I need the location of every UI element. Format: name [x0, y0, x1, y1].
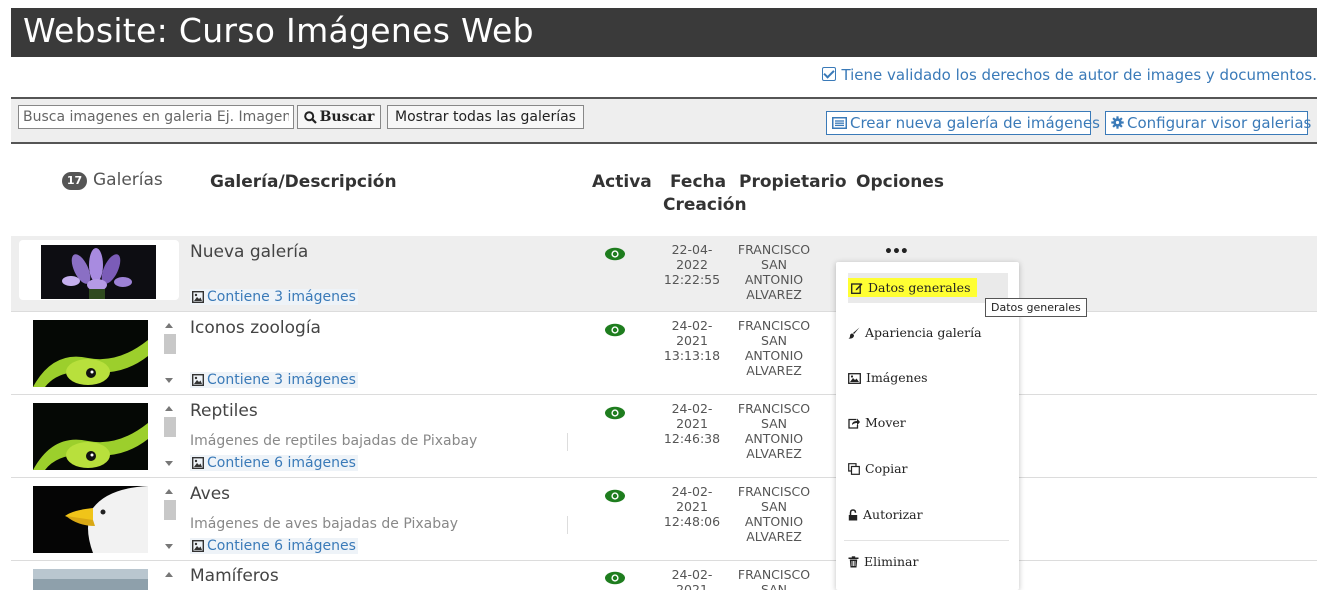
gallery-count-label: Galerías [93, 170, 163, 190]
owner-name: FRANCISCO SAN ANTONIO ALVAREZ [737, 318, 811, 378]
gallery-thumbnail[interactable] [33, 320, 148, 387]
column-header-owner: Propietario [739, 172, 847, 192]
column-header-active: Activa [592, 172, 652, 192]
app-title-bar: Website: Curso Imágenes Web [11, 8, 1317, 57]
row-scrollbar[interactable] [163, 567, 177, 590]
gallery-count-badge: 17 [62, 172, 87, 190]
gallery-image-count-text: Contiene 3 imágenes [207, 289, 356, 305]
search-icon [303, 111, 317, 124]
lock-icon [848, 509, 858, 521]
gallery-image-count-text: Contiene 3 imágenes [207, 372, 356, 388]
new-gallery-button[interactable]: Crear nueva galería de imágenes [826, 111, 1100, 135]
list-alt-icon [832, 117, 847, 129]
eye-icon[interactable] [604, 247, 626, 261]
table-row[interactable]: Aves Imágenes de aves bajadas de Pixabay… [11, 478, 1317, 560]
gallery-description: Imágenes de reptiles bajadas de Pixabay [190, 433, 478, 449]
rights-notice-text: Tiene validado los derechos de autor de … [841, 66, 1317, 84]
gallery-image-count-text: Contiene 6 imágenes [207, 455, 356, 471]
owner-name: FRANCISCO SAN ANTONIO ALVAREZ [737, 401, 811, 461]
search-input[interactable] [18, 105, 294, 129]
image-icon [191, 539, 205, 553]
menu-item-mover[interactable]: Mover [848, 408, 1008, 438]
gallery-name[interactable]: Iconos zoología [190, 318, 321, 338]
owner-name: FRANCISCO SAN ANTONIO ALVAREZ [737, 242, 811, 302]
eye-icon[interactable] [604, 323, 626, 337]
table-row[interactable]: Mamíferos 24-02- 2021 FRANCISCO SAN [11, 561, 1317, 590]
eye-icon[interactable] [604, 571, 626, 585]
menu-item-imagenes[interactable]: Imágenes [848, 363, 1008, 393]
divider [567, 516, 568, 534]
gallery-name[interactable]: Reptiles [190, 401, 258, 421]
gallery-name[interactable]: Mamíferos [190, 566, 279, 586]
gallery-thumbnail[interactable] [33, 403, 148, 470]
row-scrollbar[interactable] [163, 401, 177, 471]
image-icon [848, 373, 861, 384]
menu-item-eliminar[interactable]: Eliminar [848, 547, 1008, 577]
brush-icon [848, 327, 860, 339]
search-button-label: Buscar [319, 109, 375, 125]
gallery-thumbnail[interactable] [33, 569, 148, 590]
eye-icon[interactable] [604, 489, 626, 503]
search-button[interactable]: Buscar [297, 105, 381, 129]
owner-name: FRANCISCO SAN ANTONIO ALVAREZ [737, 484, 811, 544]
share-icon [848, 418, 860, 429]
column-header-options: Opciones [856, 172, 944, 192]
table-row[interactable]: Nueva galería Contiene 3 imágenes 22-04-… [11, 236, 1317, 311]
creation-date: 24-02- 2021 12:46:38 [663, 401, 721, 446]
table-row[interactable]: Iconos zoología Contiene 3 imágenes 24-0… [11, 312, 1317, 394]
tooltip: Datos generales [985, 298, 1087, 317]
menu-item-copiar[interactable]: Copiar [848, 454, 1008, 484]
menu-divider [844, 540, 1009, 541]
check-square-icon [822, 67, 837, 81]
gallery-image-count[interactable]: Contiene 6 imágenes [190, 538, 358, 554]
column-header-date-2: Creación [663, 195, 747, 215]
copy-icon [848, 463, 860, 475]
gallery-name[interactable]: Aves [190, 484, 230, 504]
gallery-image-count[interactable]: Contiene 3 imágenes [190, 289, 358, 305]
gallery-image-count[interactable]: Contiene 3 imágenes [190, 372, 358, 388]
menu-item-datos-generales[interactable]: Datos generales [848, 273, 1008, 303]
edit-icon [851, 283, 863, 294]
configure-viewer-label: Configurar visor galerias [1127, 114, 1312, 132]
row-scrollbar[interactable] [163, 484, 177, 554]
gallery-name[interactable]: Nueva galería [190, 242, 308, 262]
rights-notice: Tiene validado los derechos de autor de … [822, 66, 1317, 84]
image-icon [191, 373, 205, 387]
menu-item-autorizar[interactable]: Autorizar [848, 500, 1008, 530]
table-row[interactable]: Reptiles Imágenes de reptiles bajadas de… [11, 395, 1317, 477]
column-header-gallery: Galería/Descripción [210, 172, 397, 192]
divider [567, 433, 568, 451]
new-gallery-label: Crear nueva galería de imágenes [850, 114, 1100, 132]
trash-icon [848, 556, 859, 568]
page-title: Website: Curso Imágenes Web [23, 11, 534, 50]
column-header-date: Fecha [670, 172, 727, 192]
gallery-thumbnail[interactable] [33, 486, 148, 553]
image-icon [191, 456, 205, 470]
gear-icon [1111, 116, 1124, 129]
image-icon [191, 290, 205, 304]
owner-name: FRANCISCO SAN [737, 567, 811, 590]
configure-viewer-button[interactable]: Configurar visor galerias [1105, 111, 1312, 135]
show-all-galleries-button[interactable]: Mostrar todas las galerías [387, 105, 584, 129]
gallery-thumbnail[interactable] [41, 245, 156, 299]
toolbar: Buscar Mostrar todas las galerías Crear … [11, 97, 1317, 144]
gallery-description: Imágenes de aves bajadas de Pixabay [190, 516, 458, 532]
creation-date: 24-02- 2021 [671, 567, 713, 590]
creation-date: 22-04- 2022 12:22:55 [663, 242, 721, 287]
row-scrollbar[interactable] [163, 318, 177, 388]
eye-icon[interactable] [604, 406, 626, 420]
gallery-thumbnail-frame [19, 240, 179, 300]
options-trigger[interactable]: ••• [884, 244, 909, 260]
gallery-image-count[interactable]: Contiene 6 imágenes [190, 455, 358, 471]
gallery-image-count-text: Contiene 6 imágenes [207, 538, 356, 554]
menu-item-apariencia[interactable]: Apariencia galería [848, 318, 1008, 348]
creation-date: 24-02- 2021 13:13:18 [663, 318, 721, 363]
creation-date: 24-02- 2021 12:48:06 [663, 484, 721, 529]
